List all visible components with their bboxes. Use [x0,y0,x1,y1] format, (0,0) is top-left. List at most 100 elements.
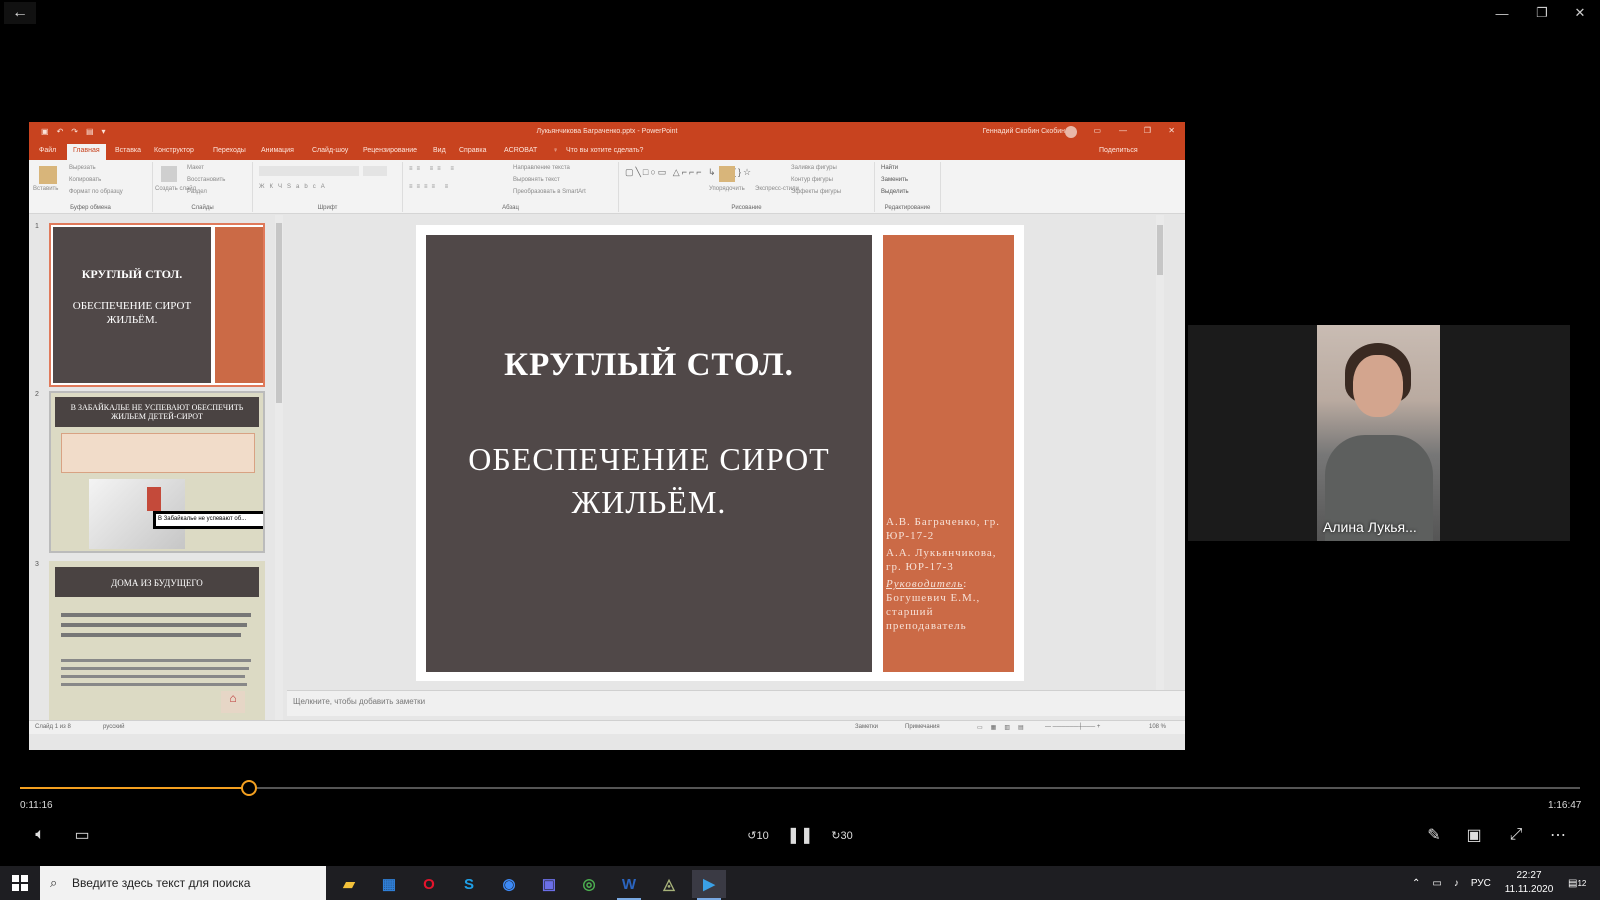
text-direction-button[interactable]: Направление текста [513,165,570,171]
start-button[interactable] [0,866,40,900]
language-indicator[interactable]: русский [103,724,125,730]
new-slide-icon[interactable] [161,166,177,182]
ppt-close-icon[interactable]: ✕ [1168,126,1175,135]
volume-button[interactable]: 🔈︎ [24,822,56,848]
video-player-app[interactable]: ▶ [692,870,726,900]
find-button[interactable]: Найти [881,165,898,171]
thumbnails-scrollbar[interactable] [275,215,283,730]
save-app[interactable]: ▣ [532,870,566,898]
thumbnail-slide-3[interactable]: ДОМА ИЗ БУДУЩЕГО ⌂ [49,561,265,721]
slide-subtitle[interactable]: ОБЕСПЕЧЕНИЕ СИРОТ ЖИЛЬЁМ. [426,438,872,524]
zoom-slider[interactable]: — ──────┼─── + [1045,724,1100,730]
align-text-button[interactable]: Выровнять текст [513,177,560,183]
select-button[interactable]: Выделить [881,189,909,195]
house-icon: ⌂ [221,691,245,713]
skype-app[interactable]: S [452,870,486,898]
pause-button[interactable]: ❚❚ [784,822,816,848]
tab-file[interactable]: Файл [39,147,56,154]
notes-toggle[interactable]: Заметки [855,724,878,730]
tab-insert[interactable]: Вставка [115,147,141,154]
thumb-title: КРУГЛЫЙ СТОЛ. [81,267,183,281]
participant-video[interactable]: Алина Лукья... [1317,325,1440,541]
tab-design[interactable]: Конструктор [154,147,194,154]
shape-outline-button[interactable]: Контур фигуры [791,177,833,183]
share-button[interactable]: Поделиться [1099,147,1138,154]
smartart-button[interactable]: Преобразовать в SmartArt [513,189,586,195]
restore-button[interactable]: ❐ [1524,2,1560,24]
forward-button[interactable]: ↻30 [826,822,858,848]
tell-me-box[interactable]: Что вы хотите сделать? [566,147,643,154]
file-explorer-app[interactable]: ▰ [332,870,366,898]
speaker-icon[interactable]: ♪ [1454,878,1459,889]
zoom-app[interactable]: ◉ [492,870,526,898]
ppt-restore-icon[interactable]: ❐ [1144,126,1151,135]
tab-review[interactable]: Рецензирование [363,147,417,154]
store-app[interactable]: ▦ [372,870,406,898]
rewind-button[interactable]: ↺10 [742,822,774,848]
zoom-level[interactable]: 108 % [1149,724,1166,730]
windows-logo-icon [12,875,28,891]
list-icons[interactable]: ≡≡ ≡≡ ≡ [409,166,458,172]
action-center-button[interactable]: ▤ 12 [1568,866,1586,900]
tab-animations[interactable]: Анимация [261,147,294,154]
shape-effects-button[interactable]: Эффекты фигуры [791,189,841,195]
progress-handle[interactable] [241,780,257,796]
back-button[interactable]: ← [4,2,36,24]
format-painter-button[interactable]: Формат по образцу [69,189,123,195]
paste-label[interactable]: Вставить [33,186,58,192]
tab-acrobat[interactable]: ACROBAT [504,147,537,154]
play-icon: ▶ [703,876,715,893]
tray-expand-icon[interactable]: ⌃ [1412,878,1420,889]
ppt-minimize-icon[interactable]: — [1119,126,1127,135]
captions-button[interactable]: ▭ [66,822,98,848]
section-button[interactable]: Раздел [187,189,207,195]
taskbar-clock[interactable]: 22:27 11.11.2020 [1500,869,1558,897]
tab-transitions[interactable]: Переходы [213,147,246,154]
scrollbar-thumb[interactable] [1157,225,1163,275]
tab-slideshow[interactable]: Слайд-шоу [312,147,348,154]
layout-button[interactable]: Макет [187,165,204,171]
notes-pane[interactable]: Щелкните, чтобы добавить заметки [287,690,1185,716]
align-icons[interactable]: ≡≡≡≡ ≡ [409,184,452,190]
minimize-button[interactable]: — [1484,2,1520,24]
comments-toggle[interactable]: Примечания [905,724,940,730]
fullscreen-button[interactable]: ⤢ [1500,822,1532,848]
font-format-icons[interactable]: ЖКЧSabcA [259,184,330,190]
slide-authors[interactable]: А.В. Баграченко, гр. ЮР-17-2 А.А. Лукьян… [886,515,1012,636]
tab-view[interactable]: Вид [433,147,446,154]
font-size-box[interactable] [363,166,387,176]
cut-button[interactable]: Вырезать [69,165,96,171]
arrange-button[interactable]: Упорядочить [709,186,745,192]
scrollbar-thumb[interactable] [276,223,282,403]
editor-scrollbar[interactable] [1156,215,1164,690]
reset-button[interactable]: Восстановить [187,177,225,183]
slide-title[interactable]: КРУГЛЫЙ СТОЛ. [426,347,872,384]
replace-button[interactable]: Заменить [881,177,908,183]
thumbnail-slide-1[interactable]: КРУГЛЫЙ СТОЛ. ОБЕСПЕЧЕНИЕ СИРОТ ЖИЛЬЁМ. [49,223,265,387]
close-icon: ✕ [1574,5,1586,20]
network-icon[interactable]: ▭ [1432,878,1441,889]
current-slide[interactable]: КРУГЛЫЙ СТОЛ. ОБЕСПЕЧЕНИЕ СИРОТ ЖИЛЬЁМ. … [416,225,1024,681]
mini-view-button[interactable]: ▣ [1458,822,1490,848]
owl-app[interactable]: ◬ [652,870,686,898]
more-button[interactable]: ⋯ [1542,822,1574,848]
view-buttons[interactable]: ▭▦▥▤ [977,724,1032,731]
paste-icon[interactable] [39,166,57,184]
draw-button[interactable]: ✎ [1418,822,1450,848]
word-app[interactable]: W [612,870,646,900]
thumbnail-slide-2[interactable]: В ЗАБАЙКАЛЬЕ НЕ УСПЕВАЮТ ОБЕСПЕЧИТЬ ЖИЛЬ… [49,391,265,553]
ppt-user-name: Геннадий Скобин Скобин [982,128,1065,135]
font-name-box[interactable] [259,166,359,176]
user-avatar[interactable] [1065,126,1077,138]
arrange-icon[interactable] [719,166,735,182]
language-indicator[interactable]: РУС [1471,878,1491,889]
copy-button[interactable]: Копировать [69,177,101,183]
tab-help[interactable]: Справка [459,147,486,154]
opera-app[interactable]: O [412,870,446,898]
tab-home[interactable]: Главная [67,144,106,160]
taskbar-search[interactable]: ⌕ Введите здесь текст для поиска [40,866,326,900]
ribbon-display-icon[interactable]: ▭ [1093,126,1101,135]
shape-fill-button[interactable]: Заливка фигуры [791,165,837,171]
close-button[interactable]: ✕ [1562,2,1598,24]
chrome-app[interactable]: ◎ [572,870,606,898]
